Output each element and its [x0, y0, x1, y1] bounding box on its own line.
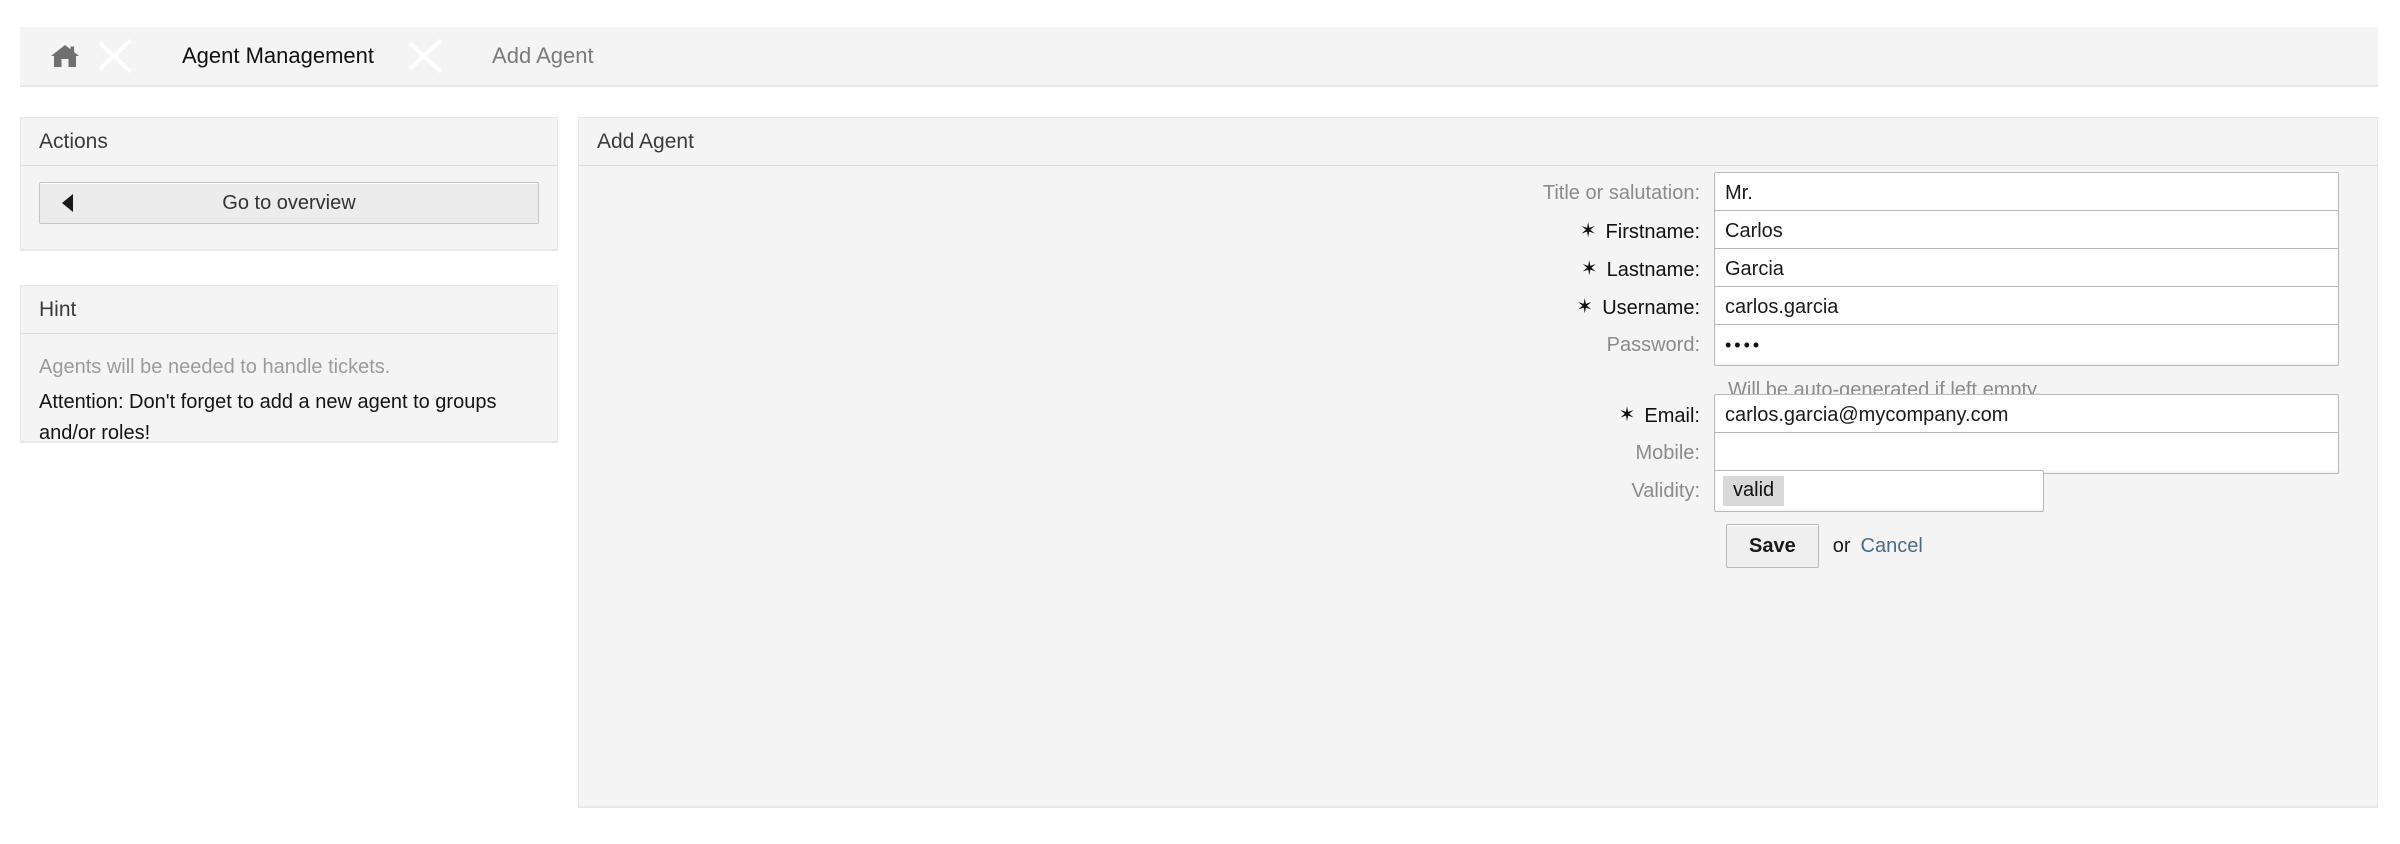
hint-text-primary: Agents will be needed to handle tickets.	[39, 352, 539, 383]
firstname-label-text: Firstname:	[1606, 221, 1700, 243]
title-salutation-input[interactable]	[1714, 172, 2339, 214]
breadcrumb-item-label: Add Agent	[492, 43, 594, 69]
add-agent-form: Title or salutation: ✶ Firstname: ✶ Lastna…	[579, 166, 2377, 807]
password-masked-value: ••••	[1725, 335, 1762, 356]
actions-panel-body: Go to overview	[21, 166, 557, 242]
required-marker-icon: ✶	[1576, 294, 1593, 319]
validity-label: Validity:	[579, 480, 1714, 503]
field-row-email: ✶ Email:	[579, 394, 2377, 436]
field-row-password: Password: ••••	[579, 324, 2377, 366]
caret-left-icon	[62, 194, 73, 212]
field-row-mobile: Mobile:	[579, 432, 2377, 474]
firstname-input[interactable]	[1714, 210, 2339, 252]
go-to-overview-button[interactable]: Go to overview	[39, 182, 539, 224]
breadcrumb-item-add-agent[interactable]: Add Agent	[458, 27, 628, 85]
add-agent-panel: Add Agent Title or salutation: ✶ Firstnam…	[578, 117, 2378, 808]
save-button[interactable]: Save	[1726, 524, 1819, 568]
email-label: ✶ Email:	[579, 402, 1714, 428]
hint-panel-title: Hint	[39, 298, 76, 322]
hint-panel: Hint Agents will be needed to handle tic…	[20, 285, 558, 443]
username-label-text: Username:	[1602, 297, 1700, 319]
field-row-lastname: ✶ Lastname:	[579, 248, 2377, 290]
mobile-label: Mobile:	[579, 442, 1714, 465]
breadcrumb-separator-icon	[408, 27, 458, 85]
required-marker-icon: ✶	[1580, 218, 1597, 243]
password-label: Password:	[579, 334, 1714, 357]
field-row-validity: Validity: valid	[579, 470, 2377, 512]
validity-selected-option: valid	[1723, 476, 1784, 506]
field-row-title-salutation: Title or salutation:	[579, 172, 2377, 214]
mobile-input[interactable]	[1714, 432, 2339, 474]
hint-text-attention: Attention: Don't forget to add a new age…	[39, 387, 539, 449]
home-icon	[50, 43, 80, 69]
go-to-overview-label: Go to overview	[222, 192, 355, 215]
add-agent-panel-header: Add Agent	[579, 118, 2377, 166]
breadcrumb-home[interactable]	[20, 27, 98, 85]
password-input[interactable]: ••••	[1714, 324, 2339, 366]
actions-panel-title: Actions	[39, 130, 108, 154]
email-label-text: Email:	[1644, 405, 1700, 427]
or-label: or	[1833, 535, 1851, 558]
email-input[interactable]	[1714, 394, 2339, 436]
breadcrumb-separator-icon	[98, 27, 148, 85]
field-row-username: ✶ Username:	[579, 286, 2377, 328]
required-marker-icon: ✶	[1581, 256, 1598, 281]
username-label: ✶ Username:	[579, 294, 1714, 320]
breadcrumb-item-agent-management[interactable]: Agent Management	[148, 27, 408, 85]
validity-select[interactable]: valid	[1714, 470, 2044, 512]
username-input[interactable]	[1714, 286, 2339, 328]
cancel-link[interactable]: Cancel	[1861, 535, 1923, 558]
lastname-input[interactable]	[1714, 248, 2339, 290]
breadcrumb: Agent Management Add Agent	[20, 27, 2378, 87]
hint-panel-header: Hint	[21, 286, 557, 334]
form-submit-row: Save or Cancel	[1726, 524, 1923, 568]
breadcrumb-item-label: Agent Management	[182, 43, 374, 69]
title-salutation-label: Title or salutation:	[579, 182, 1714, 205]
page-title: Add Agent	[597, 130, 694, 154]
hint-panel-body: Agents will be needed to handle tickets.…	[21, 334, 557, 465]
lastname-label-text: Lastname:	[1607, 259, 1700, 281]
field-row-firstname: ✶ Firstname:	[579, 210, 2377, 252]
firstname-label: ✶ Firstname:	[579, 218, 1714, 244]
actions-panel: Actions Go to overview	[20, 117, 558, 251]
actions-panel-header: Actions	[21, 118, 557, 166]
required-marker-icon: ✶	[1619, 402, 1636, 427]
lastname-label: ✶ Lastname:	[579, 256, 1714, 282]
